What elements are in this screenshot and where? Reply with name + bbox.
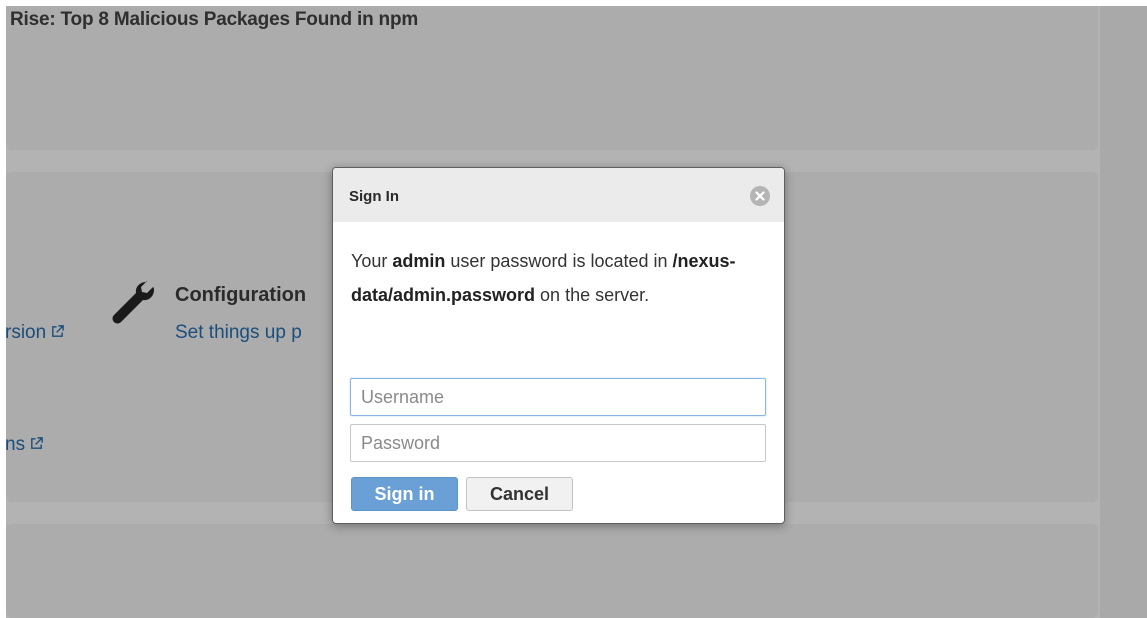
- left-edge: [0, 0, 6, 618]
- wrench-icon: [112, 281, 154, 324]
- external-link-icon: [31, 437, 43, 449]
- config-sub-clip: Set things up p: [175, 318, 332, 350]
- sign-in-button[interactable]: Sign in: [351, 477, 458, 511]
- config-title-clip: Configuration: [175, 280, 332, 312]
- top-edge: [0, 0, 1147, 6]
- upgrade-version-link[interactable]: rsion: [5, 322, 65, 344]
- news-headline[interactable]: Rise: Top 8 Malicious Packages Found in …: [10, 9, 418, 31]
- dialog-title: Sign In: [349, 188, 399, 205]
- admin-user-text: admin: [392, 251, 446, 271]
- message-text: user password is located in: [445, 251, 673, 271]
- sign-in-dialog: Sign In Your admin user password is loca…: [332, 167, 785, 524]
- password-location-message: Your admin user password is located in /…: [351, 244, 761, 312]
- link-text: rsion: [5, 322, 47, 343]
- message-text: on the server.: [535, 285, 650, 305]
- configuration-title: Configuration: [175, 284, 307, 306]
- bottom-card: [6, 524, 1098, 618]
- configuration-link[interactable]: Set things up p: [175, 322, 302, 344]
- username-input[interactable]: [350, 378, 766, 416]
- password-input[interactable]: [350, 424, 766, 462]
- external-link-icon: [52, 325, 65, 337]
- close-circle-icon[interactable]: [750, 186, 770, 206]
- dialog-header: Sign In: [333, 168, 784, 222]
- cancel-button[interactable]: Cancel: [466, 477, 573, 511]
- message-text: Your: [351, 251, 393, 271]
- link-text: ns: [5, 434, 26, 455]
- extensions-link[interactable]: ns: [5, 434, 44, 456]
- right-scroll-area: [1100, 0, 1147, 618]
